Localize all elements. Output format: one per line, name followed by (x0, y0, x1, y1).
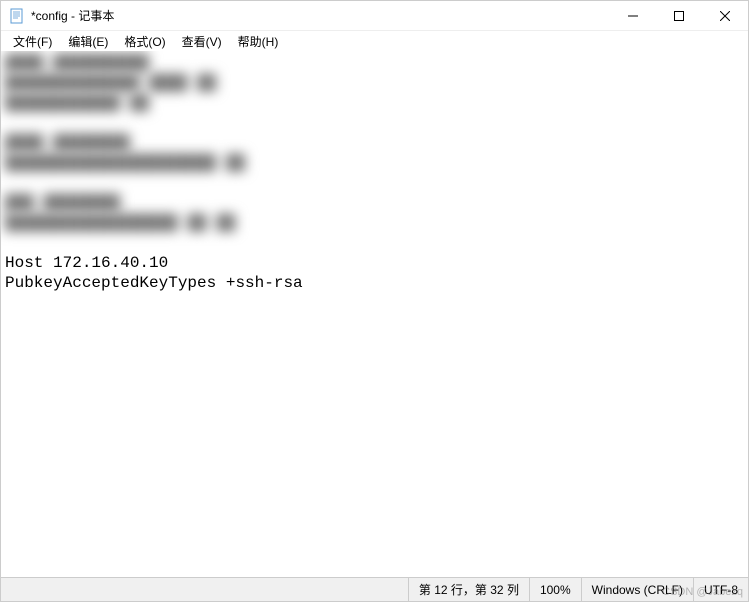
status-spacer (1, 578, 408, 601)
window-controls (610, 1, 748, 30)
watermark: CSDN @Jabezq (662, 586, 743, 598)
text-area[interactable]: ████ ██████████ ██████████████ ████ ██ █… (1, 51, 748, 577)
menu-edit[interactable]: 编辑(E) (60, 32, 116, 51)
close-button[interactable] (702, 1, 748, 30)
notepad-window: *config - 记事本 文件(F) 编辑(E) 格式(O) 查看(V) 帮助… (0, 0, 749, 602)
titlebar[interactable]: *config - 记事本 (1, 1, 748, 31)
menu-help[interactable]: 帮助(H) (230, 32, 287, 51)
redacted-text: ████████████ ██ (5, 93, 744, 113)
redacted-text: ████ ████████ (5, 133, 744, 153)
redacted-text: ███ ████████ (5, 193, 744, 213)
menu-format[interactable]: 格式(O) (116, 32, 173, 51)
redacted-text: ██████████████████ ██ ██ (5, 213, 744, 233)
redacted-text: ██████████████ ████ ██ (5, 73, 744, 93)
status-zoom: 100% (529, 578, 581, 601)
minimize-button[interactable] (610, 1, 656, 30)
maximize-button[interactable] (656, 1, 702, 30)
redacted-text: ████ ██████████ (5, 53, 744, 73)
menu-file[interactable]: 文件(F) (5, 32, 60, 51)
notepad-icon (9, 8, 25, 24)
redacted-text: ██████████████████████ ██ (5, 153, 744, 173)
config-line-host: Host 172.16.40.10 (5, 253, 744, 273)
menubar: 文件(F) 编辑(E) 格式(O) 查看(V) 帮助(H) (1, 31, 748, 51)
menu-view[interactable]: 查看(V) (174, 32, 230, 51)
config-line-pubkey: PubkeyAcceptedKeyTypes +ssh-rsa (5, 273, 744, 293)
status-position: 第 12 行，第 32 列 (408, 578, 529, 601)
window-title: *config - 记事本 (31, 7, 610, 24)
statusbar: 第 12 行，第 32 列 100% Windows (CRLF) UTF-8 (1, 577, 748, 601)
